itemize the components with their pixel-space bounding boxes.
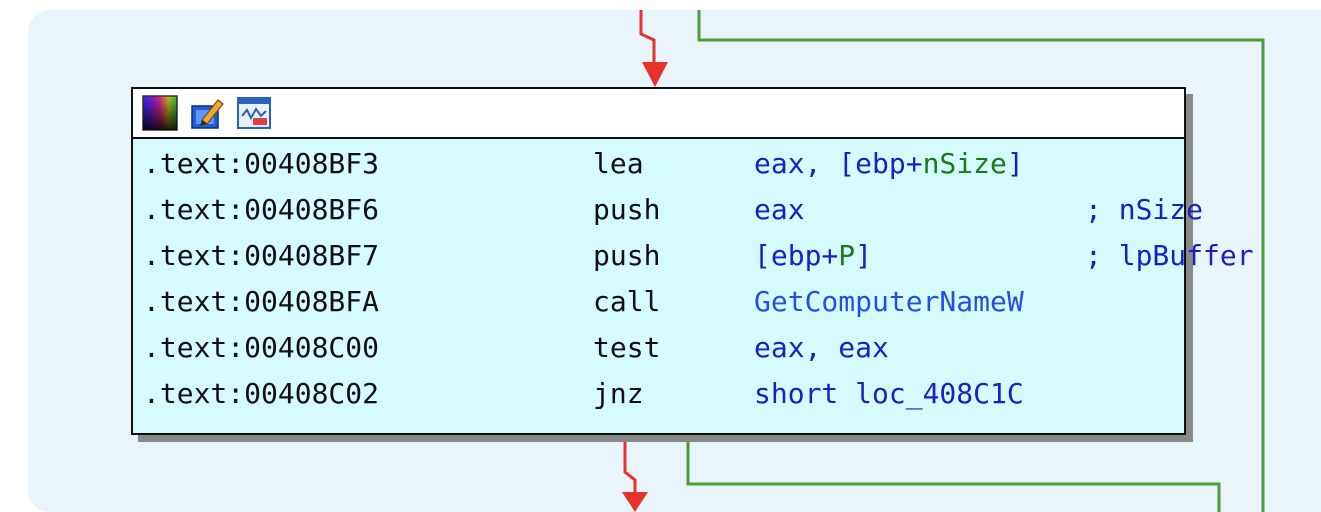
operand-text: eax: [754, 193, 805, 226]
instruction-comment: ; lpBuffer: [1085, 239, 1254, 272]
disasm-line[interactable]: .text:00408BF3 lea eax, [ebp+nSize]: [133, 141, 1184, 187]
incoming-arrowhead: [642, 62, 668, 87]
node-color-icon[interactable]: [141, 94, 179, 132]
api-name[interactable]: GetComputerNameW: [754, 285, 1024, 318]
instruction-comment: ; nSize: [1085, 193, 1204, 226]
disasm-line[interactable]: .text:00408C02 jnz short loc_408C1C: [133, 371, 1184, 417]
instruction-operands: [ebp+P]: [754, 233, 1085, 279]
instruction-operands: eax, [ebp+nSize]: [754, 141, 1085, 187]
instruction-address: .text:00408C02: [143, 377, 380, 410]
instruction-address: .text:00408BFA: [143, 285, 380, 318]
disasm-line[interactable]: .text:00408BF6 push eax ; nSize: [133, 187, 1203, 233]
disassembly-listing: .text:00408BF3 lea eax, [ebp+nSize] .text:0…: [133, 139, 1254, 417]
outgoing-edge-green: [686, 437, 1221, 512]
basic-block-node[interactable]: .text:00408BF3 lea eax, [ebp+nSize] .text:0…: [131, 87, 1254, 435]
operand-text: short loc_408C1C: [754, 377, 1024, 410]
instruction-mnemonic: lea: [593, 147, 644, 180]
outgoing-arrowhead: [622, 492, 648, 512]
incoming-edge-red: [639, 10, 656, 64]
disasm-line[interactable]: .text:00408BFA call GetComputerNameW: [133, 279, 1184, 325]
instruction-mnemonic: call: [593, 285, 661, 318]
disasm-line[interactable]: .text:00408BF7 push [ebp+P]; lpBuffer: [133, 233, 1254, 279]
edit-node-icon[interactable]: [188, 94, 226, 132]
instruction-mnemonic: jnz: [593, 377, 644, 410]
instruction-operands: eax, eax: [754, 325, 1085, 371]
local-variable[interactable]: P: [838, 239, 855, 272]
operand-text: ]: [1006, 147, 1024, 180]
instruction-operands: GetComputerNameW: [754, 279, 1085, 325]
operand-text: eax, [ebp+: [754, 147, 923, 180]
node-header: [133, 89, 1184, 139]
instruction-address: .text:00408C00: [143, 331, 380, 364]
instruction-address: .text:00408BF6: [143, 193, 380, 226]
outgoing-edge-red: [623, 437, 637, 494]
operand-text: eax, eax: [754, 331, 889, 364]
instruction-mnemonic: push: [593, 239, 661, 272]
local-variable[interactable]: nSize: [923, 147, 1007, 180]
instruction-mnemonic: push: [593, 193, 661, 226]
instruction-operands: eax: [754, 187, 1085, 233]
instruction-address: .text:00408BF7: [143, 239, 380, 272]
instruction-address: .text:00408BF3: [143, 147, 380, 180]
instruction-mnemonic: test: [593, 331, 661, 364]
instruction-operands: short loc_408C1C: [754, 371, 1085, 417]
disasm-line[interactable]: .text:00408C00 test eax, eax: [133, 325, 1184, 371]
operand-text: [ebp+: [754, 239, 839, 272]
graph-layout-icon[interactable]: [235, 94, 273, 132]
operand-text: ]: [855, 239, 873, 272]
